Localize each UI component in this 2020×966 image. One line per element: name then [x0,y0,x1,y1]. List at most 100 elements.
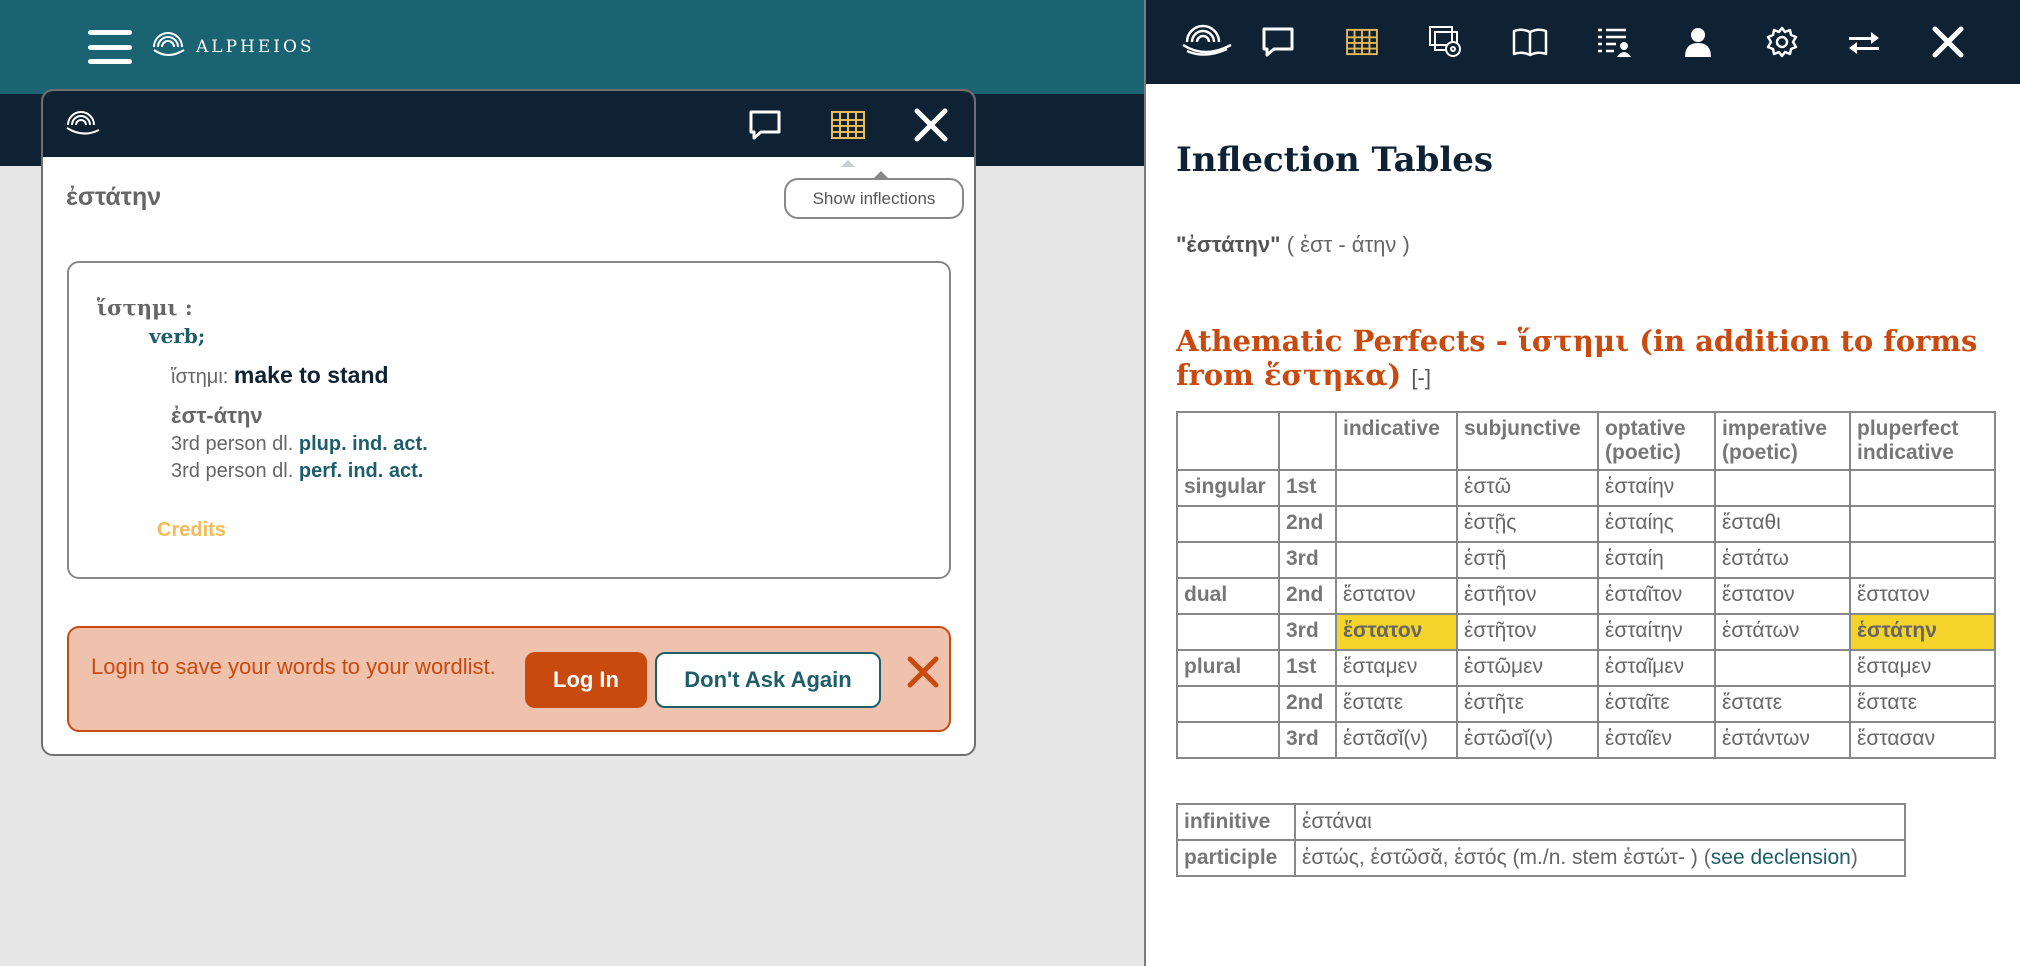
site-header: ALPHEIOS [0,0,1150,94]
user-tab[interactable] [1676,20,1720,64]
table-cell: ἑστῇς [1456,505,1599,543]
wordlist-tab[interactable] [1592,20,1636,64]
site-logo[interactable]: ALPHEIOS [148,32,315,62]
table-cell: ἑστῆτον [1456,613,1599,651]
table-row: participle ἑστώς, ἑστῶσᾰ, ἑστός (m./n. s… [1176,839,1906,877]
user-icon [1685,28,1711,57]
lexeme-box: ἵστημι : verb; ἵστημι: make to stand ἐστ… [67,261,951,579]
table-cell [1335,505,1458,543]
table-cell: ἑστᾶσῐ(ν) [1335,721,1458,759]
word-parts: ( ἐστ - άτην ) [1286,232,1410,257]
table-cell: ἕστατον [1335,577,1458,615]
side-panel: Inflection Tables "ἐστάτην" ( ἐστ - άτην… [1144,0,2020,966]
inflections-tab[interactable] [1340,20,1384,64]
table-cell: ἑσταῖεν [1597,721,1716,759]
table-row: 2nd ἑστῇς ἑσταίης ἕσταθι [1176,505,1996,543]
close-icon [1932,26,1964,58]
person-cell: 3rd [1278,721,1337,759]
dont-ask-again-button[interactable]: Don't Ask Again [655,652,881,708]
number-cell [1176,541,1280,579]
table-cell: ἑστάτω [1714,541,1851,579]
person-cell: 1st [1278,469,1337,507]
table-header-cell: imperative (poetic) [1714,411,1851,471]
site-logo-text: ALPHEIOS [196,37,315,57]
highlighted-cell: ἑστάτην [1849,613,1996,651]
table-cell [1849,505,1996,543]
table-header-cell: pluperfect indicative [1849,411,1996,471]
inflection-line: 3rd person dl. plup. ind. act. [171,433,921,456]
popup-header [43,91,974,157]
person-cell: 1st [1278,649,1337,687]
inflections-button[interactable] [826,103,870,147]
close-popup-button[interactable] [909,103,953,147]
menu-icon[interactable] [88,30,132,64]
person-cell: 2nd [1278,577,1337,615]
table-cell [1714,649,1851,687]
table-cell: ἑστῶ [1456,469,1599,507]
table-cell: ἑστῆτε [1456,685,1599,723]
table-cell: ἑστάτων [1714,613,1851,651]
table-cell [1849,541,1996,579]
credits-link[interactable]: Credits [157,519,921,542]
login-banner: Login to save your words to your wordlis… [67,626,951,732]
table-cell: ἑσταίη [1597,541,1716,579]
table-cell: ἕστατε [1714,685,1851,723]
show-inflections-tooltip: Show inflections [784,171,964,219]
collapse-toggle[interactable]: [-] [1411,365,1431,390]
number-cell: plural [1176,649,1280,687]
person-cell: 2nd [1278,685,1337,723]
infinitive-label: infinitive [1176,803,1296,841]
login-message: Login to save your words to your wordlis… [91,654,496,679]
target-word: ἐστάτην [66,183,162,211]
inflection-value: plup. ind. act. [298,433,428,455]
alpheios-logo-icon [1176,20,1236,64]
table-header-cell: indicative [1335,411,1458,471]
table-cell [1849,469,1996,507]
table-cell: ἕστατε [1335,685,1458,723]
participle-label: participle [1176,839,1296,877]
table-header-cell: optative (poetic) [1597,411,1716,471]
see-declension-link[interactable]: see declension [1711,846,1851,869]
table-cell: ἑσταῖμεν [1597,649,1716,687]
table-cell: ἕστατε [1849,685,1996,723]
close-banner-button[interactable] [905,654,945,694]
alpheios-logo-icon [153,32,185,56]
swap-icon [1849,32,1879,54]
inflected-form: ἐστ-άτην [171,403,263,428]
table-cell: ἑσταῖτον [1597,577,1716,615]
definitions-tab[interactable] [1256,20,1300,64]
number-cell [1176,685,1280,723]
table-cell: ἕστατον [1714,577,1851,615]
lemma: ἵστημι : [97,295,193,320]
table-header-cell [1278,411,1337,471]
gear-icon [1766,26,1798,58]
login-button[interactable]: Log In [525,652,647,708]
table-cell: ἑστῆτον [1456,577,1599,615]
browse-tables-tab[interactable] [1424,20,1468,64]
inflection-line: 3rd person dl. perf. ind. act. [171,460,921,483]
panel-toolbar [1146,0,2020,84]
grammar-tab[interactable] [1508,20,1552,64]
table-cell: ἑστῶμεν [1456,649,1599,687]
table-cell: ἕστασαν [1849,721,1996,759]
table-row: singular 1st ἑστῶ ἑσταίην [1176,469,1996,507]
definitions-button[interactable] [743,103,787,147]
comment-icon [749,110,781,140]
comment-icon [1262,27,1294,57]
table-header-cell: subjunctive [1456,411,1599,471]
definition-lemma: ἵστημι: [171,366,229,388]
table-cell [1335,541,1458,579]
wordlist-icon [1598,28,1631,57]
table-row: infinitive ἑστάναι [1176,803,1906,841]
close-panel-button[interactable] [1926,20,1970,64]
table-cell: ἑσταίην [1597,469,1716,507]
number-cell [1176,613,1280,651]
swap-position-button[interactable] [1842,20,1886,64]
table-title-text: Athematic Perfects - ἵστημι (in addition… [1176,324,1978,392]
table-title: Athematic Perfects - ἵστημι (in addition… [1176,324,2006,395]
person-cell: 3rd [1278,613,1337,651]
table-cell [1335,469,1458,507]
options-tab[interactable] [1760,20,1804,64]
inflection-prefix: 3rd person dl. [171,433,294,455]
person-cell: 3rd [1278,541,1337,579]
